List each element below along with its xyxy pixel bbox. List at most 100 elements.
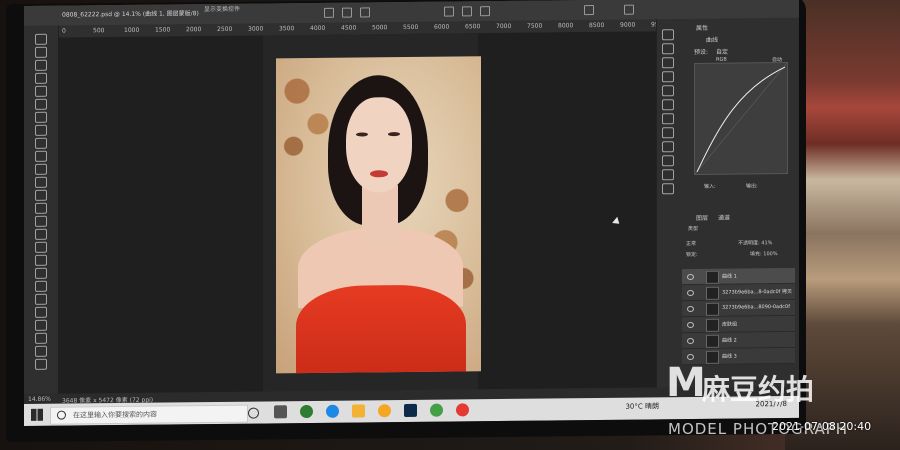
ruler-tick-label: 9000 <box>620 21 636 29</box>
distribute-icon[interactable] <box>462 6 472 17</box>
taskbar-search[interactable]: 在这里输入你要搜索的内容 <box>50 404 248 425</box>
photo-scene: 0808_62222.psd @ 14.1% (曲线 1, 图层蒙版/8) 显示… <box>0 0 900 450</box>
tool-icon[interactable] <box>35 98 47 110</box>
windows-start-icon[interactable] <box>31 408 43 421</box>
layer-thumbnail <box>706 270 719 284</box>
tab-channels[interactable]: 通道 <box>718 213 730 222</box>
ruler-tick-label: 1000 <box>124 26 140 34</box>
tool-icon[interactable] <box>35 280 47 292</box>
show-transform-controls-label[interactable]: 显示变换控件 <box>204 4 240 13</box>
search-icon[interactable] <box>584 5 594 16</box>
preset-dropdown[interactable]: 自定 <box>716 47 728 56</box>
visibility-eye-icon[interactable] <box>687 337 694 345</box>
fill-field[interactable]: 填充: 100% <box>750 250 778 257</box>
panel-icon[interactable] <box>662 169 674 181</box>
right-panels: 属性 曲线 预设: 自定 RGB 自动 输入: 输出: 图层 通道 类型 正常 <box>676 17 799 400</box>
tool-icon[interactable] <box>35 163 47 175</box>
properties-subtitle: 曲线 <box>706 36 719 44</box>
cortana-icon[interactable] <box>248 407 259 419</box>
panel-icon[interactable] <box>662 71 674 83</box>
tool-icon[interactable] <box>35 293 47 305</box>
tool-icon[interactable] <box>35 215 47 227</box>
tool-icon[interactable] <box>35 241 47 253</box>
wechat-icon[interactable] <box>430 403 443 417</box>
layer-row[interactable]: 曲线 2 <box>682 331 795 350</box>
distribute-icon[interactable] <box>480 6 490 17</box>
visibility-eye-icon[interactable] <box>687 305 694 313</box>
tool-icon[interactable] <box>35 46 47 58</box>
task-view-icon[interactable] <box>274 405 287 419</box>
layer-row[interactable]: 3273b9e6ba...8-0adc0f 拷贝 <box>682 283 795 302</box>
ruler-tick-label: 4000 <box>310 24 326 33</box>
tool-icon[interactable] <box>35 319 47 331</box>
document-tab[interactable]: 0808_62222.psd @ 14.1% (曲线 1, 图层蒙版/8) <box>62 8 199 18</box>
weather-widget[interactable]: 30°C 晴朗 <box>625 401 659 411</box>
visibility-eye-icon[interactable] <box>687 273 694 281</box>
tab-layers[interactable]: 图层 <box>696 213 708 222</box>
panel-icon[interactable] <box>662 43 674 55</box>
tool-icon[interactable] <box>35 332 47 344</box>
panel-icon[interactable] <box>662 183 674 195</box>
tool-icon[interactable] <box>35 202 47 214</box>
ruler-tick-label: 5500 <box>403 23 419 32</box>
app-icon[interactable] <box>378 404 391 418</box>
zoom-level[interactable]: 14.86% <box>28 396 51 403</box>
panel-icon[interactable] <box>662 141 674 153</box>
preset-label: 预设: <box>694 48 709 56</box>
face <box>346 96 412 193</box>
layer-name: 曲线 3 <box>722 353 737 360</box>
layer-filter-dropdown[interactable]: 类型 <box>688 225 698 232</box>
tool-icon[interactable] <box>35 85 47 97</box>
tool-icon[interactable] <box>35 189 47 201</box>
app-icon[interactable] <box>456 403 469 417</box>
workspace-icon[interactable] <box>624 4 634 15</box>
tool-icon[interactable] <box>35 358 47 370</box>
ruler-tick-label: 8000 <box>558 22 574 30</box>
xbox-icon[interactable] <box>300 404 313 419</box>
photoshop-icon[interactable] <box>404 403 417 418</box>
layer-row[interactable]: 3273b9e6ba...8090-0adc0f <box>682 299 795 318</box>
tool-icon[interactable] <box>35 33 47 45</box>
tool-icon[interactable] <box>35 137 47 149</box>
tool-icon[interactable] <box>35 124 47 136</box>
curves-graph[interactable] <box>694 61 788 175</box>
opacity-field[interactable]: 不透明度: 41% <box>738 239 772 246</box>
panel-icon[interactable] <box>662 29 674 41</box>
file-explorer-icon[interactable] <box>352 404 365 418</box>
tool-icon[interactable] <box>35 254 47 266</box>
input-label: 输入: <box>704 183 716 190</box>
tool-icon[interactable] <box>35 111 47 123</box>
curve-line <box>694 62 788 175</box>
panel-icon[interactable] <box>662 155 674 167</box>
panel-icon[interactable] <box>662 57 674 69</box>
panel-icon[interactable] <box>662 127 674 139</box>
visibility-eye-icon[interactable] <box>687 321 694 329</box>
tool-icon[interactable] <box>35 72 47 84</box>
tool-icon[interactable] <box>35 150 47 162</box>
layer-row[interactable]: 皮肤组 <box>682 315 795 334</box>
distribute-icon[interactable] <box>444 6 454 17</box>
visibility-eye-icon[interactable] <box>687 289 694 297</box>
align-icon[interactable] <box>342 7 352 18</box>
tool-icon[interactable] <box>35 306 47 318</box>
tools-panel <box>24 25 59 407</box>
ruler-tick-label: 2000 <box>186 26 202 34</box>
tool-icon[interactable] <box>35 59 47 71</box>
tool-icon[interactable] <box>35 345 47 357</box>
layer-name: 曲线 1 <box>722 273 737 280</box>
ruler-tick-label: 8500 <box>589 21 605 30</box>
tool-icon[interactable] <box>35 228 47 240</box>
align-icon[interactable] <box>360 7 370 18</box>
ruler-tick-label: 7500 <box>527 22 543 30</box>
panel-icon[interactable] <box>662 85 674 97</box>
panel-icon[interactable] <box>662 99 674 111</box>
edge-browser-icon[interactable] <box>326 404 339 418</box>
blend-mode-dropdown[interactable]: 正常 <box>686 240 696 247</box>
tool-icon[interactable] <box>35 267 47 279</box>
layer-row[interactable]: 曲线 1 <box>682 267 795 286</box>
panel-icon[interactable] <box>662 113 674 125</box>
properties-tab[interactable]: 属性 <box>696 23 708 32</box>
tool-icon[interactable] <box>35 176 47 188</box>
align-icon[interactable] <box>324 7 334 18</box>
ruler-tick-label: 6500 <box>465 23 481 31</box>
